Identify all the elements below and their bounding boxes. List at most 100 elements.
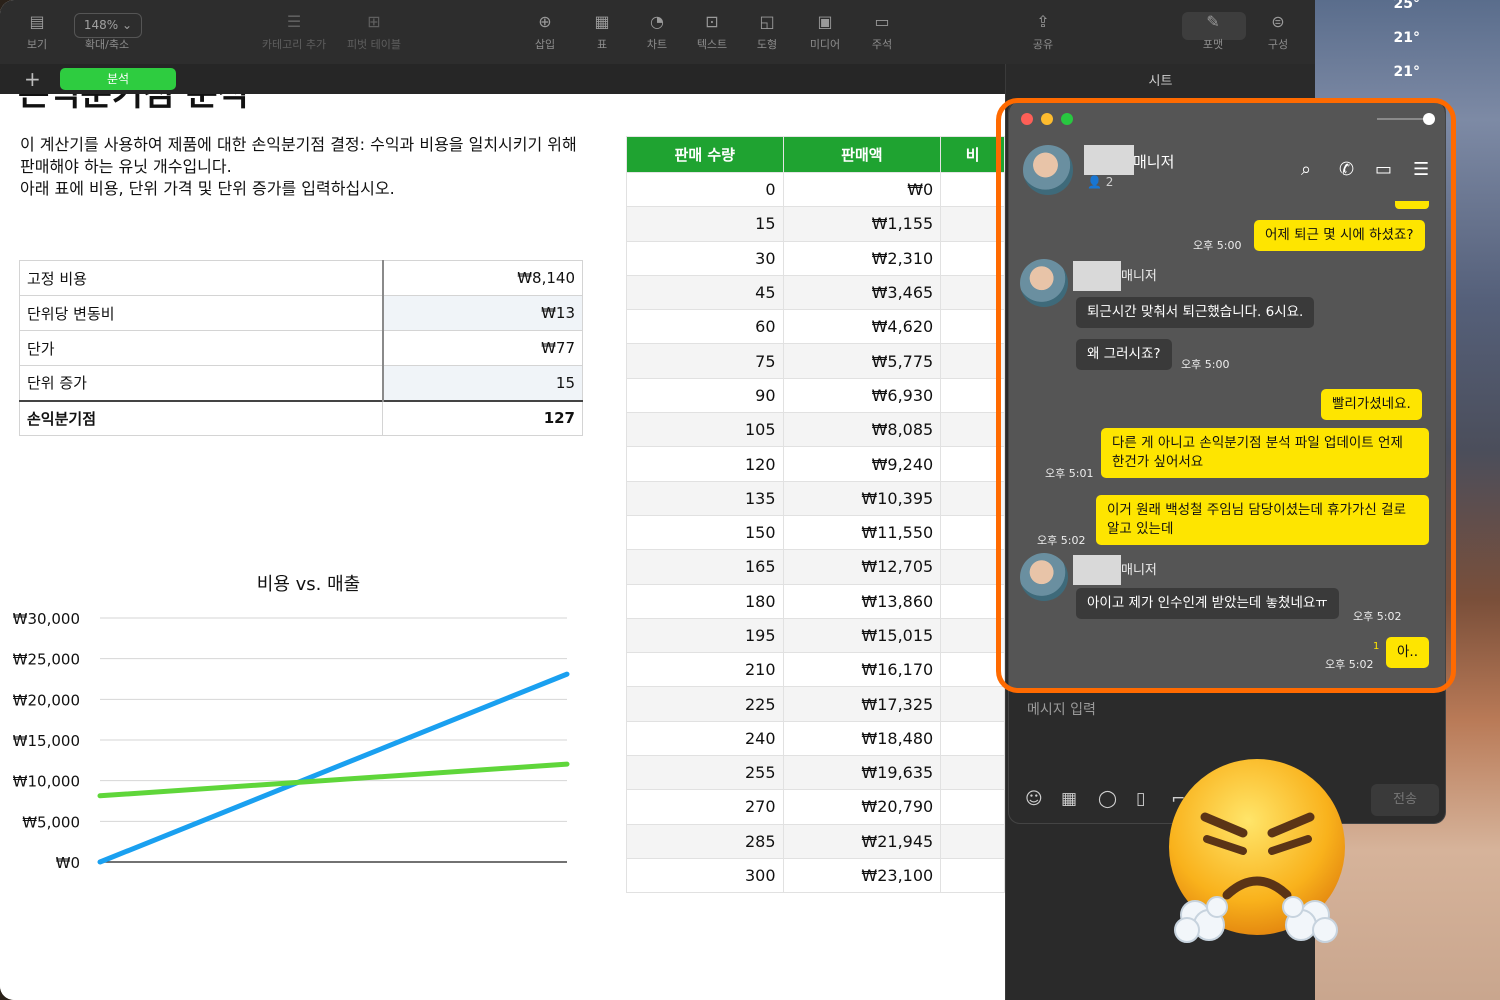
file-icon[interactable]: ▯	[1136, 789, 1145, 809]
cost-cell[interactable]	[940, 652, 1005, 688]
revenue-cell[interactable]: ₩9,240	[782, 446, 942, 482]
pivot-table-button[interactable]: ⊞ 피벗 테이블	[334, 8, 414, 52]
revenue-cell[interactable]: ₩11,550	[782, 514, 942, 551]
units-cell[interactable]: 270	[626, 789, 784, 825]
units-cell[interactable]: 180	[626, 583, 784, 619]
units-cell[interactable]: 195	[626, 617, 784, 654]
input-value[interactable]: ₩13	[382, 295, 583, 331]
input-label[interactable]: 단위당 변동비	[19, 295, 384, 331]
sidebar-icon: ▤	[29, 12, 45, 31]
units-cell[interactable]: 300	[626, 857, 784, 894]
cost-revenue-chart[interactable]: 비용 vs. 매출 ₩0 ₩5,000 ₩10,000 ₩15,000 ₩20,000 ₩2…	[0, 470, 600, 945]
total-label[interactable]: 손익분기점	[19, 399, 383, 436]
cost-cell[interactable]	[940, 789, 1005, 825]
add-sheet-button[interactable]: +	[24, 67, 41, 91]
revenue-cell[interactable]: ₩1,155	[782, 206, 942, 242]
cost-cell[interactable]	[940, 755, 1005, 791]
units-cell[interactable]: 120	[626, 446, 784, 482]
cost-cell[interactable]	[940, 412, 1005, 448]
cost-cell[interactable]	[940, 343, 1005, 379]
cost-cell[interactable]	[940, 823, 1005, 859]
emoji-icon[interactable]: ☺	[1025, 789, 1043, 809]
units-cell[interactable]: 45	[626, 274, 784, 311]
input-value[interactable]: ₩8,140	[382, 260, 583, 296]
revenue-cell[interactable]: ₩18,480	[782, 720, 942, 757]
send-button[interactable]: 전송	[1371, 784, 1439, 816]
units-cell[interactable]: 225	[626, 686, 784, 722]
units-cell[interactable]: 165	[626, 549, 784, 585]
zoom-select[interactable]: 148% ⌄	[74, 13, 142, 38]
tab-analysis[interactable]: 분석	[60, 68, 176, 90]
cost-cell[interactable]	[940, 240, 1005, 276]
cost-cell[interactable]	[940, 720, 1005, 757]
calendar-icon[interactable]: ▦	[1061, 789, 1077, 809]
units-cell[interactable]: 210	[626, 652, 784, 688]
revenue-cell[interactable]: ₩8,085	[782, 412, 942, 448]
revenue-cell[interactable]: ₩5,775	[782, 343, 942, 379]
cost-cell[interactable]	[940, 686, 1005, 722]
cost-cell[interactable]	[940, 377, 1005, 414]
input-label[interactable]: 단위 증가	[19, 365, 384, 401]
revenue-cell[interactable]: ₩20,790	[782, 789, 942, 825]
speech-bubble-icon[interactable]: ◯	[1098, 789, 1117, 809]
header-revenue[interactable]: 판매액	[782, 136, 942, 173]
units-cell[interactable]: 255	[626, 755, 784, 791]
input-value[interactable]: ₩77	[382, 330, 583, 366]
units-cell[interactable]: 30	[626, 240, 784, 276]
cost-cell[interactable]	[940, 274, 1005, 311]
cost-cell[interactable]	[940, 549, 1005, 585]
units-cell[interactable]: 240	[626, 720, 784, 757]
revenue-cell[interactable]: ₩15,015	[782, 617, 942, 654]
insert-label: 삽입	[534, 38, 556, 51]
revenue-cell[interactable]: ₩13,860	[782, 583, 942, 619]
revenue-cell[interactable]: ₩12,705	[782, 549, 942, 585]
cost-cell[interactable]	[940, 171, 1005, 208]
organize-button[interactable]: ⊜ 구성	[1238, 8, 1315, 52]
units-cell[interactable]: 150	[626, 514, 784, 551]
view-button[interactable]: ▤ 보기	[0, 8, 77, 52]
units-cell[interactable]: 60	[626, 309, 784, 345]
input-value[interactable]: 15	[382, 365, 583, 401]
y-tick-label: ₩30,000	[13, 610, 80, 628]
revenue-cell[interactable]: ₩0	[782, 171, 942, 208]
cost-cell[interactable]	[940, 857, 1005, 894]
input-label[interactable]: 고정 비용	[19, 260, 384, 296]
revenue-cell[interactable]: ₩17,325	[782, 686, 942, 722]
input-row: 단위 증가 15	[19, 365, 583, 401]
units-cell[interactable]: 105	[626, 412, 784, 448]
cost-cell[interactable]	[940, 446, 1005, 482]
input-label[interactable]: 단가	[19, 330, 384, 366]
units-cell[interactable]: 15	[626, 206, 784, 242]
units-cell[interactable]: 0	[626, 171, 784, 208]
units-cell[interactable]: 90	[626, 377, 784, 414]
header-units[interactable]: 판매 수량	[626, 136, 784, 173]
cost-cell[interactable]	[940, 617, 1005, 654]
add-category-button[interactable]: ☰ 카테고리 추가	[253, 8, 335, 52]
cost-cell[interactable]	[940, 206, 1005, 242]
revenue-cell[interactable]: ₩19,635	[782, 755, 942, 791]
revenue-cell[interactable]: ₩4,620	[782, 309, 942, 345]
input-row: 단가 ₩77	[19, 330, 583, 366]
share-button[interactable]: ⇪ 공유	[1003, 8, 1083, 52]
revenue-cell[interactable]: ₩16,170	[782, 652, 942, 688]
revenue-cell[interactable]: ₩21,945	[782, 823, 942, 859]
shape-label: 도형	[756, 38, 778, 51]
units-cell[interactable]: 285	[626, 823, 784, 859]
cost-cell[interactable]	[940, 480, 1005, 516]
revenue-cell[interactable]: ₩3,465	[782, 274, 942, 311]
y-tick-label: ₩15,000	[13, 732, 80, 750]
revenue-cell[interactable]: ₩10,395	[782, 480, 942, 516]
table-row: 300 ₩23,100	[626, 857, 1005, 894]
header-cost[interactable]: 비	[940, 136, 1005, 173]
revenue-cell[interactable]: ₩23,100	[782, 857, 942, 894]
units-cell[interactable]: 135	[626, 480, 784, 516]
cost-cell[interactable]	[940, 583, 1005, 619]
units-cell[interactable]: 75	[626, 343, 784, 379]
revenue-cell[interactable]: ₩6,930	[782, 377, 942, 414]
message-input[interactable]: 메시지 입력	[1027, 699, 1096, 719]
cost-cell[interactable]	[940, 309, 1005, 345]
comment-button[interactable]: ▭ 주석	[842, 8, 922, 52]
revenue-cell[interactable]: ₩2,310	[782, 240, 942, 276]
total-value[interactable]: 127	[382, 399, 583, 436]
cost-cell[interactable]	[940, 514, 1005, 551]
